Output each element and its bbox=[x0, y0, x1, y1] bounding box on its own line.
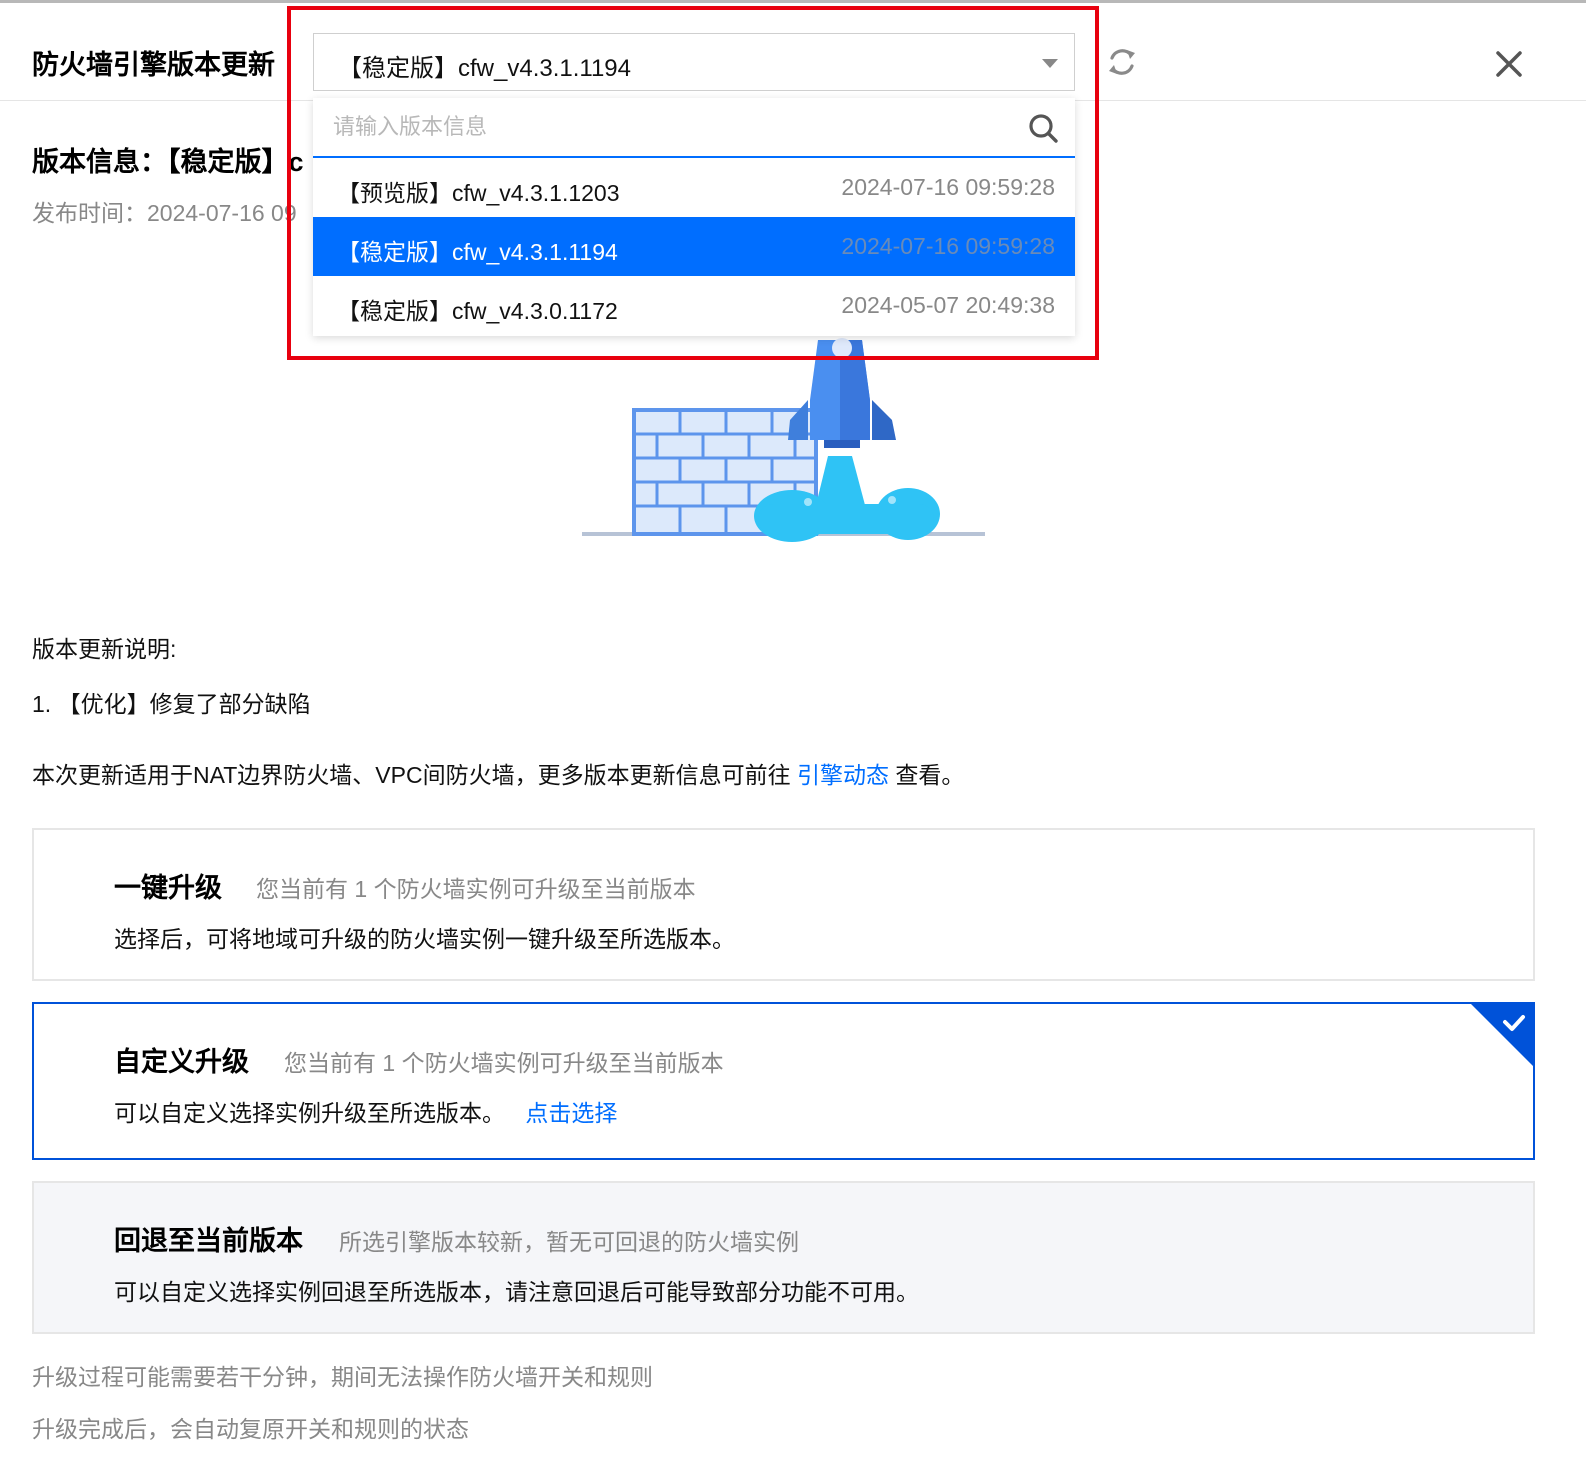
click-to-select-link[interactable]: 点击选择 bbox=[525, 1100, 617, 1126]
rollback-option: 回退至当前版本 所选引擎版本较新，暂无可回退的防火墙实例 可以自定义选择实例回退… bbox=[32, 1181, 1535, 1334]
dialog-title: 防火墙引擎版本更新 bbox=[32, 50, 275, 80]
version-select-value: 【稳定版】cfw_v4.3.1.1194 bbox=[338, 55, 632, 82]
close-icon[interactable] bbox=[1490, 45, 1528, 83]
option-subtitle: 您当前有 1 个防火墙实例可升级至当前版本 bbox=[284, 1050, 724, 1076]
applicability-suffix: 查看。 bbox=[895, 762, 965, 788]
dialog-header: 防火墙引擎版本更新 【稳定版】cfw_v4.3.1.1194 bbox=[0, 3, 1586, 101]
one-click-upgrade-option[interactable]: 一键升级 您当前有 1 个防火墙实例可升级至当前版本 选择后，可将地域可升级的防… bbox=[32, 828, 1535, 981]
version-option-date: 2024-05-07 20:49:38 bbox=[841, 292, 1055, 318]
version-release-time: 发布时间：2024-07-16 09 bbox=[32, 200, 297, 226]
version-option[interactable]: 【预览版】cfw_v4.3.1.1203 2024-07-16 09:59:28 bbox=[313, 158, 1075, 217]
version-option-selected[interactable]: 【稳定版】cfw_v4.3.1.1194 2024-07-16 09:59:28 bbox=[313, 217, 1075, 276]
search-icon[interactable] bbox=[1027, 112, 1059, 144]
version-option-date: 2024-07-16 09:59:28 bbox=[841, 233, 1055, 259]
refresh-icon[interactable] bbox=[1105, 45, 1139, 79]
update-notes-title: 版本更新说明: bbox=[32, 636, 177, 662]
version-select[interactable]: 【稳定版】cfw_v4.3.1.1194 bbox=[313, 33, 1075, 91]
footer-note-2: 升级完成后，会自动复原开关和规则的状态 bbox=[32, 1416, 469, 1442]
version-option-label: 【预览版】cfw_v4.3.1.1203 bbox=[337, 180, 620, 206]
version-option-label: 【稳定版】cfw_v4.3.0.1172 bbox=[337, 298, 618, 324]
version-option-date: 2024-07-16 09:59:28 bbox=[841, 174, 1055, 200]
footer-note-1: 升级过程可能需要若干分钟，期间无法操作防火墙开关和规则 bbox=[32, 1364, 653, 1390]
option-description: 选择后，可将地域可升级的防火墙实例一键升级至所选版本。 bbox=[114, 926, 735, 952]
version-option[interactable]: 【稳定版】cfw_v4.3.0.1172 2024-05-07 20:49:38 bbox=[313, 276, 1075, 335]
version-option-label: 【稳定版】cfw_v4.3.1.1194 bbox=[337, 239, 618, 265]
version-dropdown: 【预览版】cfw_v4.3.1.1203 2024-07-16 09:59:28… bbox=[313, 98, 1075, 336]
option-title: 一键升级 bbox=[114, 873, 222, 903]
rocket-firewall-illustration bbox=[582, 338, 985, 542]
checkmark-icon bbox=[1469, 1002, 1535, 1068]
version-search-input[interactable] bbox=[333, 112, 1013, 142]
option-subtitle: 您当前有 1 个防火墙实例可升级至当前版本 bbox=[256, 876, 696, 902]
option-title: 回退至当前版本 bbox=[114, 1226, 303, 1256]
option-description-text: 可以自定义选择实例升级至所选版本。 bbox=[114, 1100, 505, 1126]
chevron-down-icon bbox=[1042, 59, 1058, 68]
applicability-text: 本次更新适用于NAT边界防火墙、VPC间防火墙，更多版本更新信息可前往 bbox=[32, 762, 791, 788]
version-search-bar bbox=[313, 98, 1075, 158]
option-subtitle: 所选引擎版本较新，暂无可回退的防火墙实例 bbox=[339, 1229, 799, 1255]
option-description: 可以自定义选择实例升级至所选版本。 点击选择 bbox=[114, 1094, 617, 1128]
version-info-title: 版本信息：【稳定版】c bbox=[32, 147, 304, 177]
option-title: 自定义升级 bbox=[114, 1047, 249, 1077]
option-description: 可以自定义选择实例回退至所选版本，请注意回退后可能导致部分功能不可用。 bbox=[114, 1279, 919, 1305]
update-notes-item: 1. 【优化】修复了部分缺陷 bbox=[32, 691, 311, 717]
update-applicability: 本次更新适用于NAT边界防火墙、VPC间防火墙，更多版本更新信息可前往 引擎动态… bbox=[32, 756, 964, 790]
engine-news-link[interactable]: 引擎动态 bbox=[797, 762, 889, 788]
custom-upgrade-option[interactable]: 自定义升级 您当前有 1 个防火墙实例可升级至当前版本 可以自定义选择实例升级至… bbox=[32, 1002, 1535, 1160]
